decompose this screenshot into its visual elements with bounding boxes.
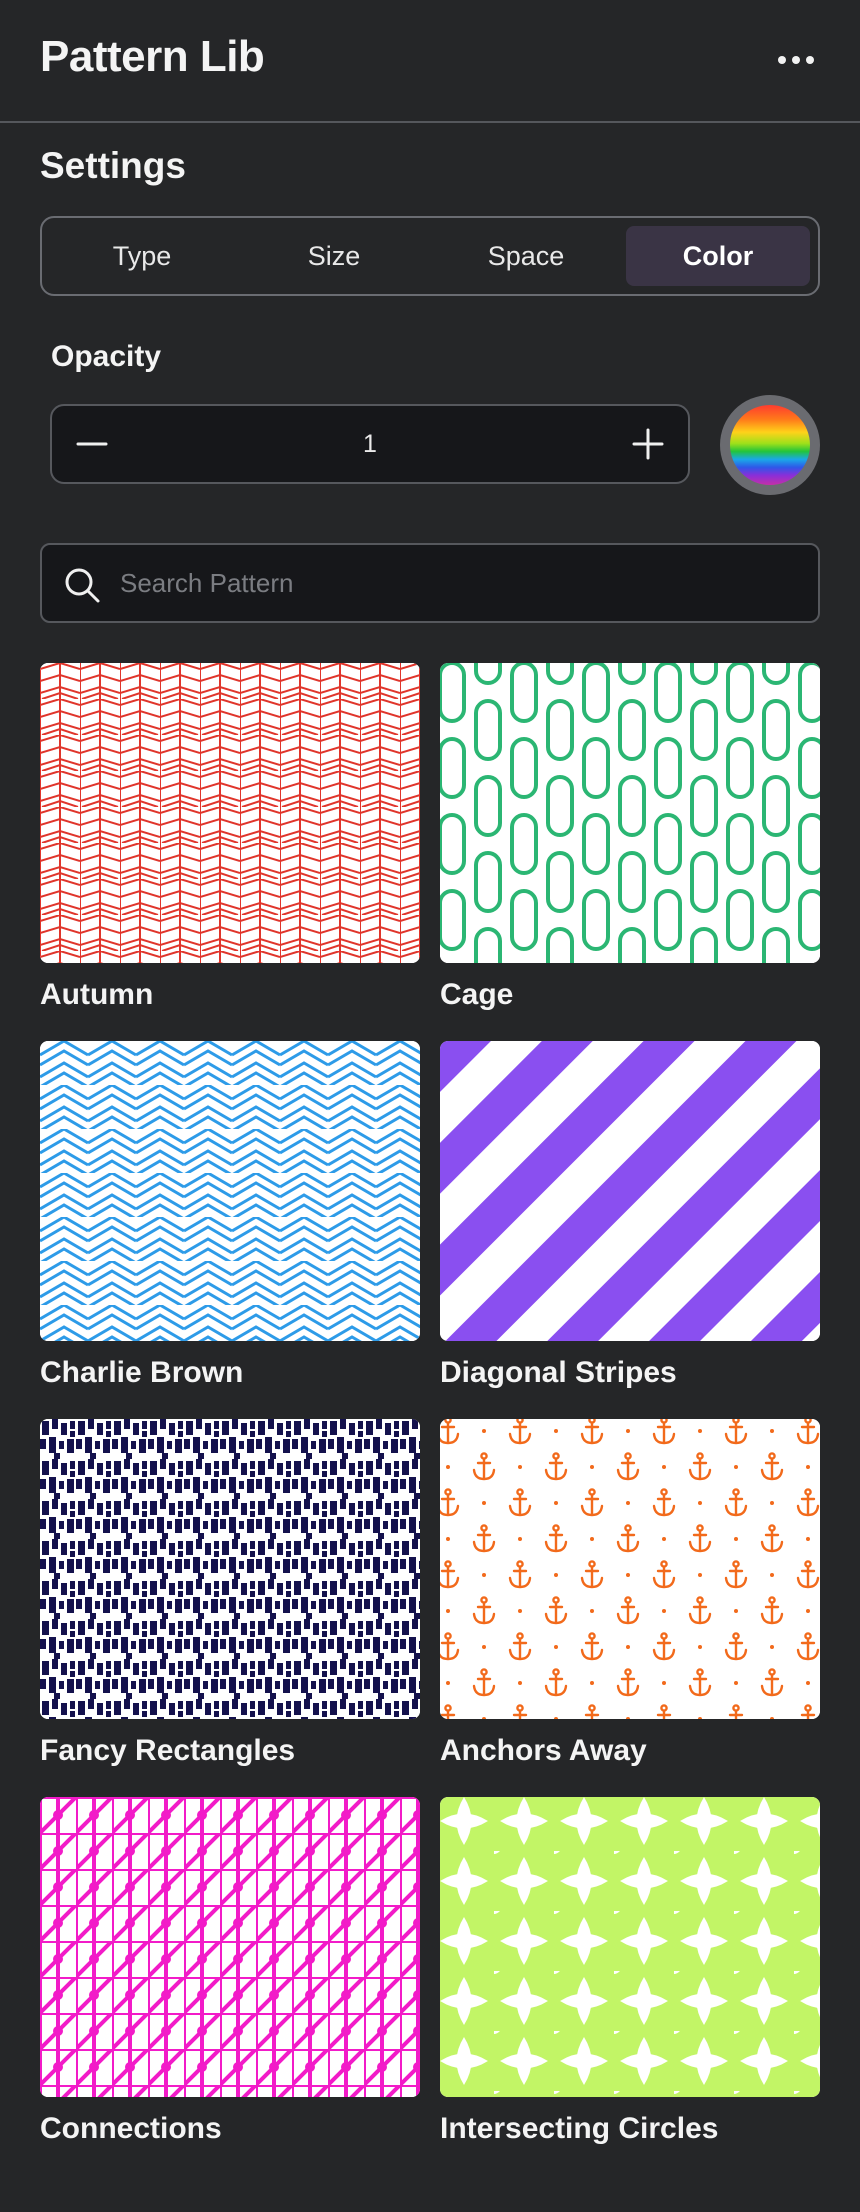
diagonal-stripes-pattern-icon <box>440 1041 820 1341</box>
pattern-name: Diagonal Stripes <box>440 1356 677 1389</box>
increment-button[interactable] <box>608 406 688 482</box>
app-title: Pattern Lib <box>40 32 265 81</box>
fancy-rectangles-pattern-icon <box>40 1419 420 1719</box>
tab-type[interactable]: Type <box>50 226 234 286</box>
pattern-card-autumn[interactable]: Autumn <box>40 663 420 1011</box>
more-dot <box>792 56 800 64</box>
pattern-thumbnail <box>440 663 820 963</box>
more-dot <box>806 56 814 64</box>
pattern-name: Connections <box>40 2112 222 2145</box>
pattern-thumbnail <box>40 663 420 963</box>
pattern-thumbnail <box>40 1797 420 2097</box>
decrement-button[interactable] <box>52 406 132 482</box>
search-field <box>40 543 820 623</box>
zigzag-pattern-icon <box>40 1041 420 1341</box>
pattern-name: Charlie Brown <box>40 1356 244 1389</box>
opacity-stepper: 1 <box>50 404 690 484</box>
search-icon <box>65 568 100 603</box>
pattern-thumbnail <box>440 1041 820 1341</box>
autumn-pattern-icon <box>40 663 420 963</box>
tab-size[interactable]: Size <box>242 226 426 286</box>
plus-icon <box>632 428 664 460</box>
tab-color[interactable]: Color <box>626 226 810 286</box>
pattern-grid: Autumn Cage Charlie Brown Diagonal Strip… <box>40 663 820 2145</box>
pattern-name: Autumn <box>40 978 154 1011</box>
pattern-card-connections[interactable]: Connections <box>40 1797 420 2145</box>
pattern-name: Fancy Rectangles <box>40 1734 296 1767</box>
pattern-card-diagonal-stripes[interactable]: Diagonal Stripes <box>440 1041 820 1389</box>
more-dot <box>778 56 786 64</box>
color-picker-button[interactable] <box>720 395 820 495</box>
pattern-name: Cage <box>440 978 514 1011</box>
intersecting-circles-pattern-icon <box>440 1797 820 2097</box>
app-header: Pattern Lib <box>0 0 860 123</box>
opacity-label: Opacity <box>51 340 162 373</box>
pattern-thumbnail <box>40 1419 420 1719</box>
pattern-card-anchors-away[interactable]: Anchors Away <box>440 1419 820 1767</box>
tab-space[interactable]: Space <box>434 226 618 286</box>
connections-pattern-icon <box>40 1797 420 2097</box>
pattern-card-cage[interactable]: Cage <box>440 663 820 1011</box>
pattern-thumbnail <box>40 1041 420 1341</box>
anchors-pattern-icon <box>440 1419 820 1719</box>
pattern-card-fancy-rectangles[interactable]: Fancy Rectangles <box>40 1419 420 1767</box>
pattern-thumbnail <box>440 1419 820 1719</box>
pattern-thumbnail <box>440 1797 820 2097</box>
search-input[interactable] <box>120 545 800 621</box>
more-options-button[interactable] <box>770 42 822 78</box>
settings-title: Settings <box>40 145 186 186</box>
pattern-card-charlie-brown[interactable]: Charlie Brown <box>40 1041 420 1389</box>
pattern-name: Anchors Away <box>440 1734 647 1767</box>
pattern-card-intersecting-circles[interactable]: Intersecting Circles <box>440 1797 820 2145</box>
minus-icon <box>76 442 108 446</box>
opacity-value[interactable]: 1 <box>132 406 608 482</box>
cage-pattern-icon <box>440 663 820 963</box>
rainbow-color-picker-icon <box>730 405 810 485</box>
pattern-name: Intersecting Circles <box>440 2112 719 2145</box>
settings-tabs: Type Size Space Color <box>40 216 820 296</box>
